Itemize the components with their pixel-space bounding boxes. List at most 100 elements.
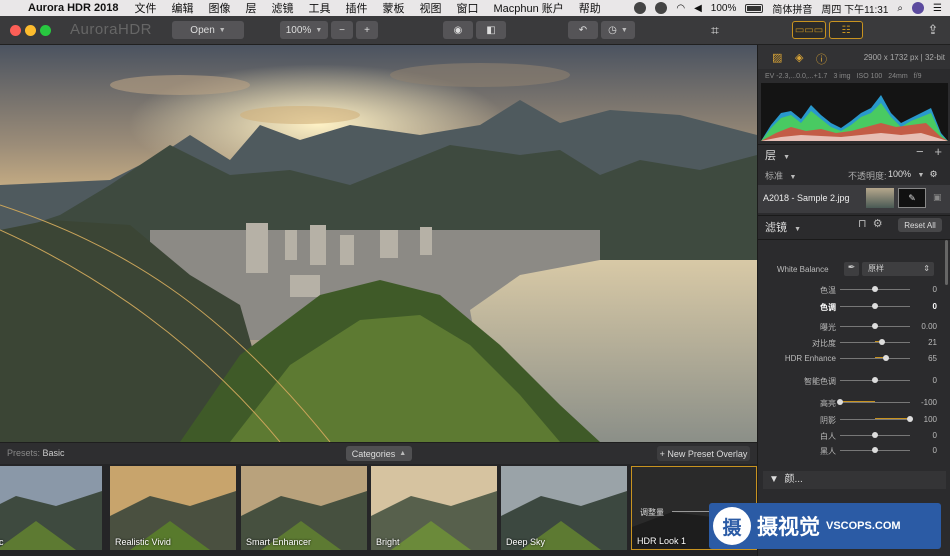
bit-depth: 32-bit xyxy=(924,53,945,62)
slider-knob[interactable] xyxy=(882,355,889,361)
layer-row[interactable]: A2018 - Sample 2.jpg ✎ ▣ xyxy=(758,185,950,213)
slider-value[interactable]: 0 xyxy=(933,376,937,385)
siri-icon[interactable] xyxy=(912,2,925,14)
slider-knob[interactable] xyxy=(837,399,843,405)
remove-layer-icon[interactable]: − xyxy=(916,144,924,159)
slider-track[interactable] xyxy=(840,419,910,420)
preset-thumb[interactable]: Smart Enhancer xyxy=(241,466,367,550)
preset-thumb[interactable]: Bright xyxy=(371,466,497,550)
slider-value[interactable]: 65 xyxy=(928,354,937,363)
slider-knob[interactable] xyxy=(872,303,878,309)
slider-value[interactable]: -100 xyxy=(921,398,937,407)
menu-view[interactable]: 视图 xyxy=(419,0,441,16)
notification-center-icon[interactable]: ☰ xyxy=(933,3,942,14)
window-close-button[interactable] xyxy=(10,25,21,36)
menu-app-name[interactable]: Aurora HDR 2018 xyxy=(28,2,118,14)
layers-icon[interactable]: ◈ xyxy=(795,51,803,64)
white-balance-select[interactable]: 原样 ⇕ xyxy=(862,262,934,276)
undo-button[interactable]: ↶ xyxy=(568,21,598,39)
watermark-logo: 摄 xyxy=(713,507,751,545)
slider-value[interactable]: 100 xyxy=(924,415,937,424)
menu-window[interactable]: 窗口 xyxy=(456,0,478,16)
preset-thumb[interactable]: Deep Sky xyxy=(501,466,627,550)
wifi-icon[interactable]: ◠ xyxy=(676,3,685,14)
slider-track[interactable] xyxy=(840,342,910,343)
volume-icon[interactable]: ◀ xyxy=(694,3,702,14)
slider-value[interactable]: 0.00 xyxy=(921,322,937,331)
slider-label: 色温 xyxy=(820,286,836,295)
opacity-value[interactable]: 100% ▼ ⚙ xyxy=(888,169,938,180)
gear-icon[interactable]: ⚙ xyxy=(930,169,938,179)
time-machine-icon[interactable] xyxy=(655,2,668,14)
bitcoin-icon[interactable] xyxy=(634,2,647,14)
histogram xyxy=(761,83,948,141)
slider-knob[interactable] xyxy=(907,416,913,422)
add-layer-icon[interactable]: + xyxy=(934,144,942,159)
slider-knob[interactable] xyxy=(872,447,878,453)
adjustments-panel-toggle[interactable]: ☷ xyxy=(829,21,863,39)
slider-value[interactable]: 0 xyxy=(933,302,937,311)
slider-row: 高亮 -100 xyxy=(758,396,950,409)
compare-button[interactable]: ◧ xyxy=(476,21,506,39)
menu-image[interactable]: 图像 xyxy=(208,0,230,16)
slider-label: 白人 xyxy=(820,432,836,441)
slider-knob[interactable] xyxy=(872,377,878,383)
layer-thumbnail[interactable] xyxy=(866,188,894,208)
menu-help[interactable]: 帮助 xyxy=(579,0,601,16)
slider-knob[interactable] xyxy=(872,323,878,329)
color-section-row[interactable]: ▼ 颜... xyxy=(763,471,946,489)
input-method[interactable]: 简体拼音 xyxy=(772,1,812,16)
slider-track[interactable] xyxy=(840,358,910,359)
zoom-in-button[interactable]: + xyxy=(356,21,378,39)
slider-value[interactable]: 0 xyxy=(933,285,937,294)
zoom-out-button[interactable]: − xyxy=(331,21,353,39)
open-button[interactable]: Open ▼ xyxy=(172,21,244,39)
menu-mask[interactable]: 蒙板 xyxy=(382,0,404,16)
layers-panel-toggle[interactable]: ▭▭▭ xyxy=(792,21,826,39)
slider-value[interactable]: 0 xyxy=(933,446,937,455)
window-minimize-button[interactable] xyxy=(25,25,36,36)
lock-icon[interactable]: ▣ xyxy=(933,192,942,203)
info-icon[interactable]: ⓘ xyxy=(816,51,827,67)
menu-filter[interactable]: 滤镜 xyxy=(271,0,293,16)
menu-account[interactable]: Macphun 账户 xyxy=(493,0,563,16)
history-button[interactable]: ◷ ▼ xyxy=(601,21,635,39)
slider-knob[interactable] xyxy=(872,432,878,438)
chevron-down-icon: ▼ xyxy=(315,26,323,34)
clock[interactable]: 周四 下午11:31 xyxy=(821,1,888,16)
slider-label: 高亮 xyxy=(820,399,836,408)
preset-thumb[interactable]: alistic xyxy=(0,466,102,550)
menu-edit[interactable]: 编辑 xyxy=(171,0,193,16)
preset-thumb[interactable]: Realistic Vivid xyxy=(110,466,236,550)
slider-knob[interactable] xyxy=(872,286,878,292)
menu-file[interactable]: 文件 xyxy=(134,0,156,16)
share-button[interactable]: ⇪ xyxy=(923,21,943,39)
blend-mode-select[interactable]: 标准 ▼ xyxy=(765,169,796,182)
zoom-select[interactable]: 100% ▼ xyxy=(280,21,328,39)
crop-button[interactable]: ⌗ xyxy=(700,21,730,39)
categories-button[interactable]: Categories ▲ xyxy=(346,446,412,461)
mask-icon[interactable]: ⊓ xyxy=(858,218,867,230)
battery-icon[interactable] xyxy=(745,3,764,13)
histogram-icon[interactable]: ▨ xyxy=(772,51,782,64)
menu-layer[interactable]: 层 xyxy=(245,0,256,16)
chevron-down-icon: ▼ xyxy=(789,174,797,181)
search-icon[interactable]: ⌕ xyxy=(897,3,903,14)
white-balance-row: White Balance ✒ 原样 ⇕ xyxy=(758,261,950,277)
filters-section-title[interactable]: 滤镜 ▼ xyxy=(765,219,801,235)
reset-all-button[interactable]: Reset All xyxy=(898,218,942,232)
preview-eye-button[interactable]: ◉ xyxy=(443,21,473,39)
window-zoom-button[interactable] xyxy=(40,25,51,36)
slider-knob[interactable] xyxy=(879,339,885,345)
menu-plugins[interactable]: 插件 xyxy=(345,0,367,16)
layer-mask-thumbnail[interactable]: ✎ xyxy=(898,188,926,208)
slider-value[interactable]: 0 xyxy=(933,431,937,440)
slider-track[interactable] xyxy=(840,402,910,403)
slider-value[interactable]: 21 xyxy=(928,338,937,347)
eyedropper-icon[interactable]: ✒ xyxy=(844,262,859,276)
layers-section-title[interactable]: 层 ▼ xyxy=(765,147,790,163)
new-preset-overlay-button[interactable]: + New Preset Overlay xyxy=(657,446,750,461)
menu-tools[interactable]: 工具 xyxy=(308,0,330,16)
gear-icon[interactable]: ⚙ xyxy=(873,218,883,230)
photo-canvas[interactable] xyxy=(0,45,757,442)
